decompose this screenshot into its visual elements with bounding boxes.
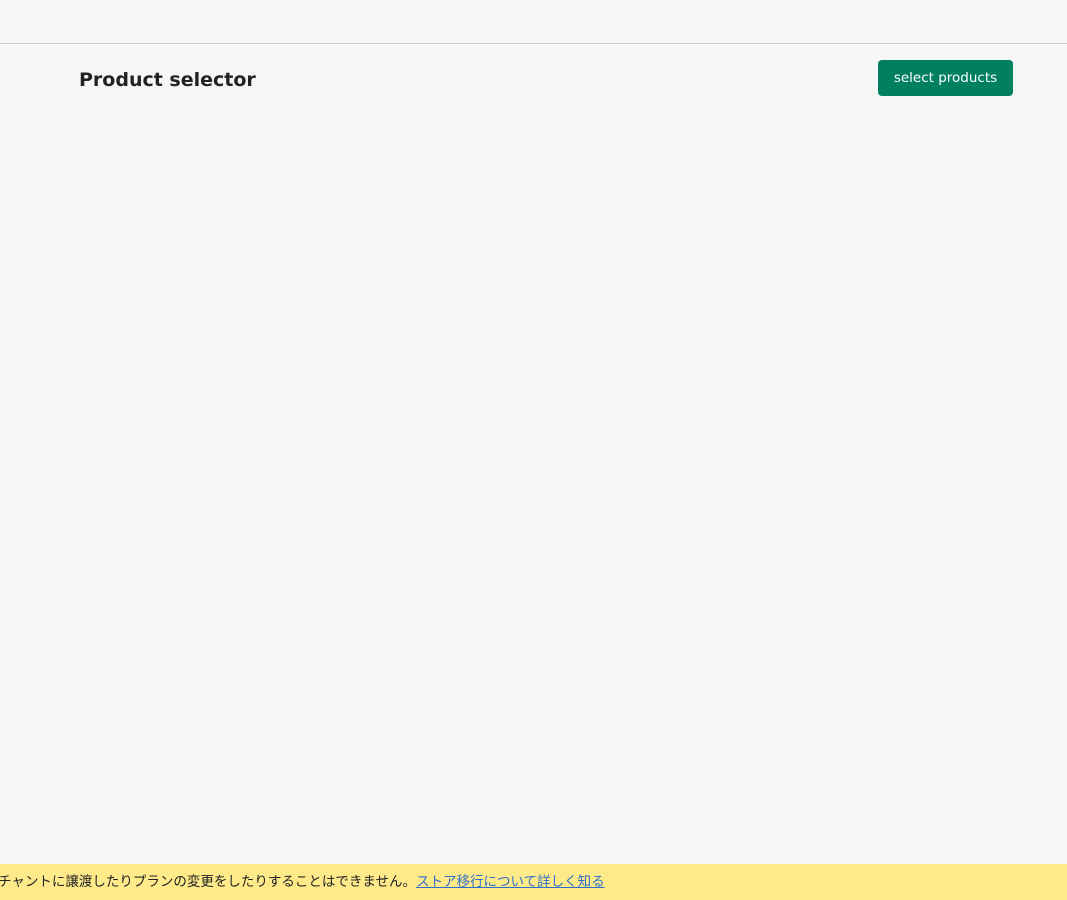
learn-more-link[interactable]: ストア移行について詳しく知る <box>416 874 605 890</box>
top-bar <box>0 0 1067 44</box>
notice-message: チャントに譲渡したりプランの変更をしたりすることはできません。 <box>0 874 416 890</box>
notice-content: チャントに譲渡したりプランの変更をしたりすることはできません。ストア移行について… <box>0 864 605 900</box>
page-title: Product selector <box>79 69 256 91</box>
notice-banner: チャントに譲渡したりプランの変更をしたりすることはできません。ストア移行について… <box>0 864 1067 900</box>
page-header: Product selector select products <box>0 44 1067 116</box>
select-products-button[interactable]: select products <box>878 60 1013 96</box>
